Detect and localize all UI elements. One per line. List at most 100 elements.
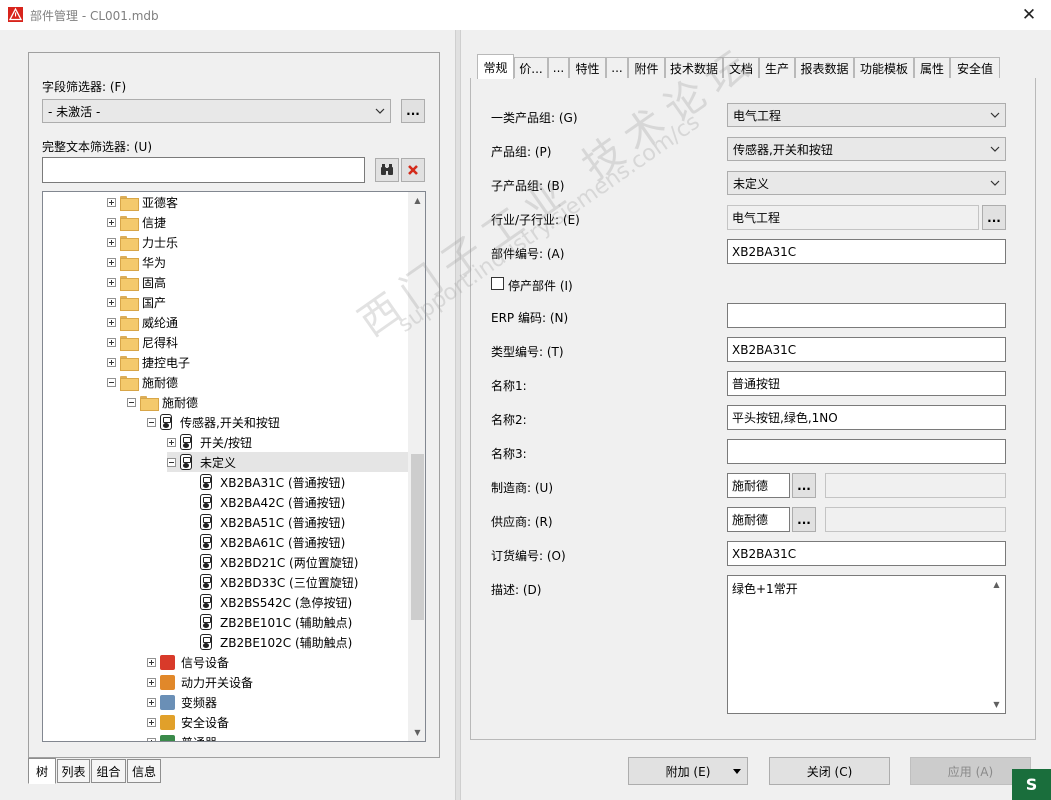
industry-browse-button[interactable]: ... — [982, 205, 1006, 230]
attach-button[interactable]: 附加 (E) — [628, 757, 748, 785]
tab-general[interactable]: 常规 — [477, 54, 514, 79]
manufacturer-field[interactable]: 施耐德 — [727, 473, 790, 498]
tree-item[interactable]: 华为 — [107, 252, 166, 272]
expand-icon[interactable] — [107, 317, 116, 327]
scroll-down-icon[interactable]: ▼ — [413, 728, 422, 737]
collapse-icon[interactable] — [107, 377, 116, 387]
industry-field[interactable]: 电气工程 — [727, 205, 979, 230]
tree-item[interactable]: XB2BA31C (普通按钮) — [187, 472, 345, 492]
tab-attributes[interactable]: 属性 — [914, 57, 950, 78]
tree-item[interactable]: 开关/按钮 — [167, 432, 252, 452]
expand-icon[interactable] — [107, 217, 116, 227]
scroll-up-icon[interactable]: ▲ — [413, 196, 422, 205]
clear-filter-button[interactable] — [401, 158, 425, 182]
expand-icon[interactable] — [107, 357, 116, 367]
tab-properties-characteristics[interactable]: 特性 — [569, 57, 606, 78]
tab-technical-data[interactable]: 技术数据 — [665, 57, 723, 78]
collapse-icon[interactable] — [147, 417, 156, 427]
tree-item[interactable]: XB2BS542C (急停按钮) — [187, 592, 352, 612]
expand-icon[interactable] — [147, 657, 156, 667]
tree-item[interactable]: 信号设备 — [147, 652, 229, 672]
tab-hidden-1[interactable]: ... — [548, 57, 569, 78]
tree-item[interactable]: 动力开关设备 — [147, 672, 253, 692]
scroll-up-icon[interactable]: ▲ — [992, 580, 1001, 589]
part-tree[interactable]: 亚德客 信捷 力士乐 华为 固高 国产 威纶通 尼得科 捷控电子 施耐德 施耐德 传感器,开关和按钮开… — [42, 191, 426, 742]
manufacturer-browse-button[interactable]: ... — [792, 473, 816, 498]
description-scrollbar[interactable]: ▲ ▼ — [988, 576, 1005, 713]
tree-item[interactable]: 安全设备 — [147, 712, 229, 732]
expand-icon[interactable] — [107, 297, 116, 307]
tab-tree[interactable]: 树 — [28, 758, 56, 784]
expand-icon[interactable] — [147, 697, 156, 707]
tab-documents[interactable]: 文档 — [723, 57, 759, 78]
tree-item[interactable]: 亚德客 — [107, 192, 178, 212]
collapse-icon[interactable] — [167, 457, 176, 467]
expand-icon[interactable] — [107, 337, 116, 347]
field-filter-browse-button[interactable]: ... — [401, 99, 425, 123]
product-group1-select[interactable]: 电气工程 — [727, 103, 1006, 127]
tab-hidden-2[interactable]: ... — [606, 57, 628, 78]
name3-field[interactable] — [727, 439, 1006, 464]
name1-field[interactable]: 普通按钮 — [727, 371, 1006, 396]
collapse-icon[interactable] — [127, 397, 136, 407]
tree-item[interactable]: 信捷 — [107, 212, 166, 232]
tab-list[interactable]: 列表 — [57, 759, 90, 783]
tree-item[interactable]: 施耐德 — [107, 372, 178, 392]
tab-production[interactable]: 生产 — [759, 57, 795, 78]
scroll-down-icon[interactable]: ▼ — [992, 700, 1001, 709]
tree-item[interactable]: 力士乐 — [107, 232, 178, 252]
expand-icon[interactable] — [107, 277, 116, 287]
name2-field[interactable]: 平头按钮,绿色,1NO — [727, 405, 1006, 430]
tab-accessories[interactable]: 附件 — [628, 57, 665, 78]
product-group-select[interactable]: 传感器,开关和按钮 — [727, 137, 1006, 161]
sub-group-select[interactable]: 未定义 — [727, 171, 1006, 195]
search-binoculars-button[interactable] — [375, 158, 399, 182]
tree-item[interactable]: 固高 — [107, 272, 166, 292]
tree-item[interactable]: 普通器 — [147, 732, 217, 741]
tree-item[interactable]: XB2BA42C (普通按钮) — [187, 492, 345, 512]
tab-price[interactable]: 价... — [514, 57, 548, 78]
tab-report-data[interactable]: 报表数据 — [795, 57, 854, 78]
order-number-field[interactable]: XB2BA31C — [727, 541, 1006, 566]
tree-scrollbar[interactable]: ▲ ▼ — [408, 192, 425, 741]
tree-item[interactable]: 传感器,开关和按钮 — [147, 412, 280, 432]
tree-item[interactable]: XB2BD33C (三位置旋钮) — [187, 572, 358, 592]
erp-field[interactable] — [727, 303, 1006, 328]
tree-item[interactable]: ZB2BE101C (辅助触点) — [187, 612, 352, 632]
expand-icon[interactable] — [107, 257, 116, 267]
panel-splitter[interactable] — [455, 30, 461, 800]
expand-icon[interactable] — [147, 677, 156, 687]
tree-item[interactable]: XB2BD21C (两位置旋钮) — [187, 552, 358, 572]
close-button[interactable]: 关闭 (C) — [769, 757, 890, 785]
tree-item[interactable]: 捷控电子 — [107, 352, 190, 372]
tree-item[interactable]: XB2BA61C (普通按钮) — [187, 532, 345, 552]
tree-item[interactable]: 变频器 — [147, 692, 217, 712]
product-group1-value: 电气工程 — [733, 108, 782, 123]
tab-info[interactable]: 信息 — [127, 759, 161, 783]
expand-icon[interactable] — [167, 437, 176, 447]
tree-item[interactable]: 国产 — [107, 292, 166, 312]
tab-function-template[interactable]: 功能模板 — [854, 57, 914, 78]
type-number-field[interactable]: XB2BA31C — [727, 337, 1006, 362]
description-textarea[interactable]: 绿色+1常开 ▲ ▼ — [727, 575, 1006, 714]
field-filter-select[interactable]: - 未激活 - — [42, 99, 391, 123]
text-filter-input[interactable] — [42, 157, 365, 183]
tab-combination[interactable]: 组合 — [91, 759, 126, 783]
tree-item[interactable]: 威纶通 — [107, 312, 178, 332]
expand-icon[interactable] — [107, 197, 116, 207]
tree-item[interactable]: 施耐德 — [127, 392, 198, 412]
supplier-field[interactable]: 施耐德 — [727, 507, 790, 532]
scroll-thumb[interactable] — [411, 454, 424, 620]
expand-icon[interactable] — [147, 737, 156, 741]
tree-item[interactable]: 未定义 — [167, 452, 425, 472]
tree-item[interactable]: ZB2BE102C (辅助触点) — [187, 632, 352, 652]
expand-icon[interactable] — [147, 717, 156, 727]
expand-icon[interactable] — [107, 237, 116, 247]
close-window-button[interactable]: ✕ — [1007, 0, 1051, 30]
supplier-browse-button[interactable]: ... — [792, 507, 816, 532]
tree-item[interactable]: XB2BA51C (普通按钮) — [187, 512, 345, 532]
tab-safety-values[interactable]: 安全值 — [950, 57, 1000, 78]
tree-item[interactable]: 尼得科 — [107, 332, 178, 352]
part-number-field[interactable]: XB2BA31C — [727, 239, 1006, 264]
discontinued-checkbox[interactable] — [491, 277, 504, 290]
